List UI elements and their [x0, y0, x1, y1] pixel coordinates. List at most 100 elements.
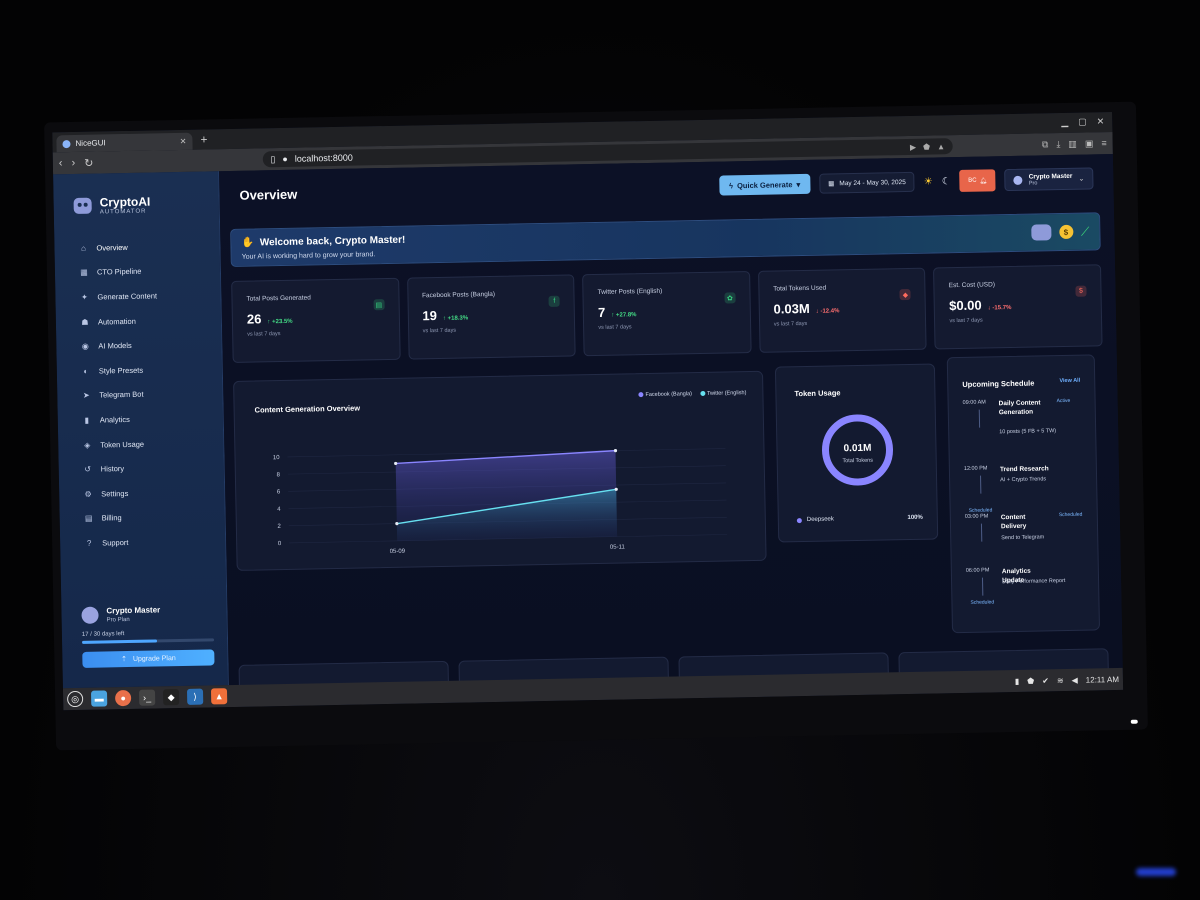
tray-app-icon[interactable]: ▮: [1015, 676, 1020, 685]
sidebar-item-history[interactable]: ↺ History: [59, 455, 224, 483]
package-icon[interactable]: ◆: [162, 689, 180, 706]
facebook-icon: f: [548, 295, 560, 307]
start-menu-icon[interactable]: ◎: [66, 690, 84, 708]
profile-avatar-icon: [1013, 175, 1023, 185]
sidebar-item-token-usage[interactable]: ◈ Token Usage: [58, 430, 223, 458]
sidebar-item-label: Overview: [96, 242, 128, 253]
close-window-icon[interactable]: ✕: [1097, 116, 1105, 127]
sidebar-item-ai-models[interactable]: ◉ AI Models: [56, 332, 221, 360]
user-name: Crypto Master: [106, 605, 161, 616]
coin-icon: $: [1058, 224, 1074, 240]
user-panel: Crypto Master Pro Plan 17 / 30 days left…: [81, 604, 215, 668]
download-icon[interactable]: ⤓: [1056, 139, 1060, 150]
bar-chart-icon: ▮: [84, 415, 90, 425]
stat-value: 19: [422, 308, 438, 324]
volume-icon[interactable]: ◀: [1072, 675, 1078, 684]
schedule-time: 03:00 PM: [964, 513, 989, 520]
notifications-button[interactable]: BC 🔔︎: [959, 169, 996, 192]
window-controls: ▁ ▢ ✕: [1061, 116, 1104, 128]
sidebar-item-label: Automation: [97, 316, 136, 327]
sidebar-item-overview[interactable]: ⌂ Overview: [54, 233, 219, 261]
sidebar-item-cto-pipeline[interactable]: ▦ CTO Pipeline: [55, 258, 220, 286]
reload-icon[interactable]: ↻: [84, 156, 93, 169]
document-icon: ▤: [373, 299, 385, 311]
brave-icon[interactable]: ▲: [210, 688, 228, 705]
brand[interactable]: CryptoAI AUTOMATOR: [53, 171, 219, 216]
bookmark-icon[interactable]: ▯: [270, 154, 275, 165]
schedule-desc: Daily Performance Report: [1002, 578, 1066, 586]
clock[interactable]: 12:11 AM: [1086, 675, 1119, 685]
site-info-icon[interactable]: ●: [282, 154, 288, 164]
gear-icon: ⚙: [84, 489, 92, 499]
sidebar-item-telegram-bot[interactable]: ➤ Telegram Bot: [57, 381, 222, 409]
y-tick-label: 4: [277, 507, 281, 513]
files-icon[interactable]: ▬: [90, 690, 108, 707]
cast-icon[interactable]: ▶: [910, 142, 916, 151]
send-icon: ➤: [82, 391, 90, 401]
stat-subtext: vs last 7 days: [773, 320, 808, 328]
extension-icon[interactable]: ⧉: [1042, 139, 1049, 150]
sidebar-item-settings[interactable]: ⚙ Settings: [59, 479, 224, 507]
terminal-icon[interactable]: ›_: [138, 689, 156, 706]
firefox-icon[interactable]: ●: [114, 689, 132, 707]
wallet-icon[interactable]: ▣: [1085, 138, 1094, 149]
schedule-item[interactable]: 06:00 PM Analytics Update Daily Performa…: [966, 566, 1088, 605]
dark-mode-icon[interactable]: ☾: [942, 176, 951, 187]
quick-generate-button[interactable]: ϟ Quick Generate ▾: [718, 173, 811, 196]
user-profile[interactable]: Crypto Master Pro Plan: [81, 604, 213, 624]
sidebar-item-label: Generate Content: [97, 291, 158, 302]
sparkle-icon: ✦: [80, 292, 88, 302]
token-model-pct: 100%: [907, 514, 923, 522]
sidebar-item-billing[interactable]: ▤ Billing: [59, 504, 224, 532]
layers-icon: ◆: [899, 288, 912, 301]
app-root: CryptoAI AUTOMATOR ⌂ Overview ▦ CTO Pipelin…: [53, 154, 1123, 695]
sidebar-toggle-icon[interactable]: ▥: [1068, 138, 1077, 149]
token-total-label: Total Tokens: [842, 458, 873, 465]
x-tick-label: 05-11: [610, 544, 626, 550]
light-mode-icon[interactable]: ☀: [924, 176, 933, 187]
rewards-icon[interactable]: ▲: [937, 142, 945, 151]
vscode-icon[interactable]: ⟩: [186, 688, 204, 705]
brave-shield-icon[interactable]: ⬟: [923, 142, 930, 151]
page-title: Overview: [239, 186, 298, 203]
maximize-icon[interactable]: ▢: [1078, 117, 1087, 128]
wifi-icon[interactable]: ≋: [1057, 676, 1064, 685]
date-range-picker[interactable]: ▦ May 24 - May 30, 2025: [819, 171, 916, 194]
upgrade-plan-button[interactable]: ⇡ Upgrade Plan: [82, 649, 215, 668]
trending-up-icon: ⟋: [1080, 223, 1090, 239]
timeline-line: [981, 577, 984, 596]
robot-icon: [1030, 224, 1052, 241]
sidebar-item-automation[interactable]: ☗ Automation: [56, 307, 221, 335]
schedule-status: Scheduled: [970, 599, 995, 606]
sidebar-item-support[interactable]: ? Support: [60, 528, 225, 556]
sidebar-item-analytics[interactable]: ▮ Analytics: [58, 405, 223, 433]
sidebar-item-style-presets[interactable]: ◐ Style Presets: [57, 356, 222, 384]
stat-subtext: vs last 7 days: [247, 331, 281, 338]
back-icon[interactable]: ‹: [59, 157, 63, 169]
schedule-item[interactable]: 12:00 PM Trend Research AI + Crypto Tren…: [964, 464, 1086, 514]
header-actions: ϟ Quick Generate ▾ ▦ May 24 - May 30, 20…: [718, 167, 1094, 196]
profile-menu[interactable]: Crypto Master Pro ⌄: [1004, 167, 1094, 192]
minimize-icon[interactable]: ▁: [1061, 117, 1068, 128]
menu-icon[interactable]: ≡: [1101, 138, 1106, 149]
check-icon[interactable]: ✔: [1042, 676, 1049, 685]
browser-tab[interactable]: NiceGUI ✕: [56, 132, 193, 153]
close-tab-icon[interactable]: ✕: [180, 137, 187, 146]
avatar: [81, 606, 99, 624]
shield-icon[interactable]: ⬟: [1027, 676, 1034, 685]
token-icon: ◈: [84, 440, 91, 450]
schedule-title: Trend Research: [999, 465, 1049, 474]
view-all-link[interactable]: View All: [1059, 378, 1080, 384]
y-tick-label: 0: [278, 541, 282, 547]
schedule-item[interactable]: 09:00 AM Daily Content Generation 10 pos…: [963, 398, 1085, 435]
y-tick-label: 6: [277, 489, 281, 495]
new-tab-button[interactable]: +: [200, 132, 207, 146]
favicon-icon: [62, 139, 71, 148]
sidebar-item-label: Style Presets: [98, 365, 144, 376]
x-tick-label: 05-09: [390, 549, 406, 555]
forward-icon[interactable]: ›: [71, 157, 75, 169]
sidebar-item-generate-content[interactable]: ✦ Generate Content: [55, 282, 220, 310]
profile-name: Crypto Master: [1028, 172, 1073, 181]
y-tick-label: 10: [273, 455, 280, 461]
stat-change: ↑ +23.5%: [267, 318, 293, 326]
